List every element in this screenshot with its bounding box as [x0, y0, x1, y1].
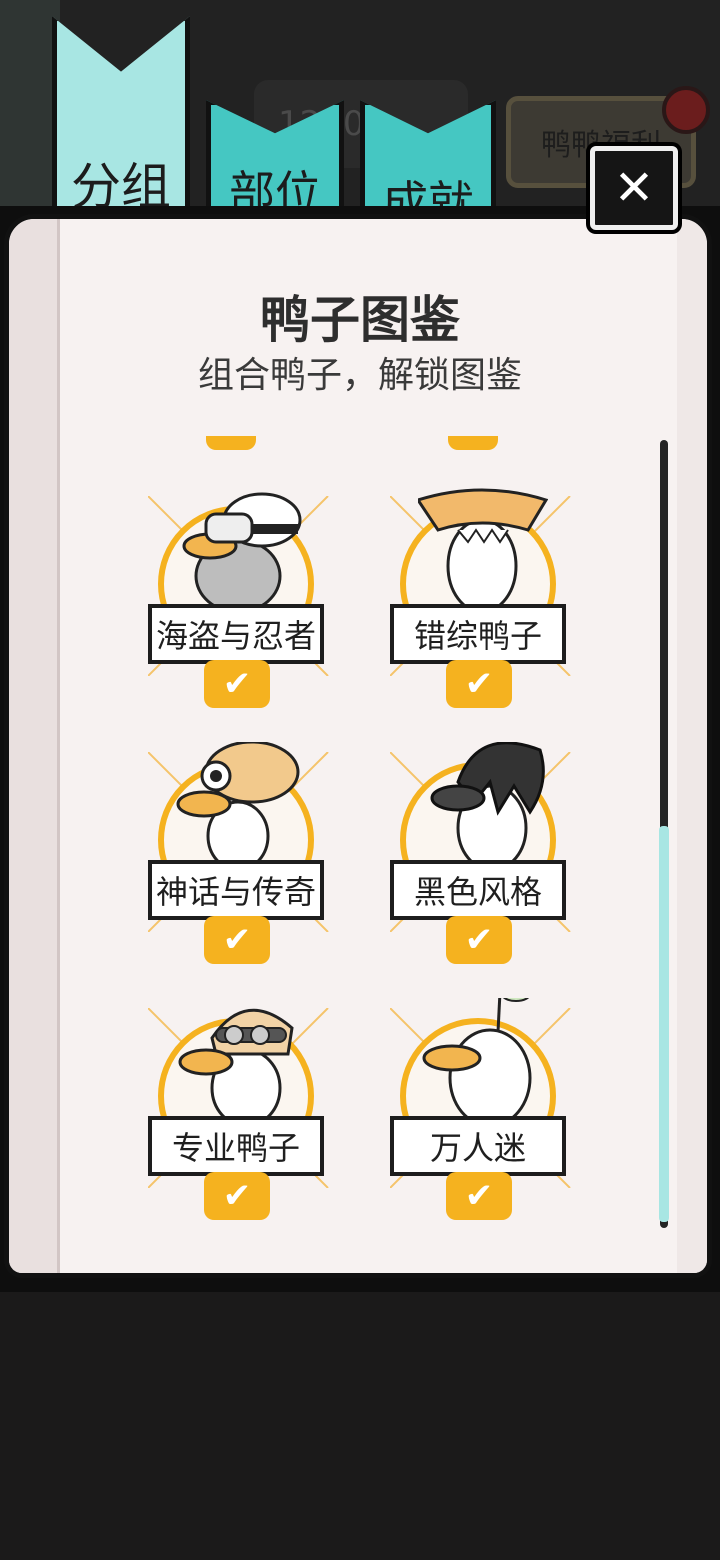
group-name: 错综鸭子	[390, 604, 566, 664]
page-subtitle: 组合鸭子，解锁图鉴	[197, 355, 522, 396]
close-icon: ✕	[613, 160, 655, 216]
group-card[interactable]: 黑色风格 ✔	[390, 742, 582, 970]
group-card[interactable]: 万人迷 ✔	[390, 998, 582, 1226]
group-name: 专业鸭子	[148, 1116, 324, 1176]
close-button[interactable]: ✕	[590, 146, 678, 230]
partial-check-badge	[448, 436, 498, 450]
group-name: 万人迷	[390, 1116, 566, 1176]
group-name: 神话与传奇	[148, 860, 324, 920]
unlocked-check-icon: ✔	[204, 916, 270, 964]
group-card[interactable]: 专业鸭子 ✔	[148, 1008, 340, 1226]
unlocked-check-icon: ✔	[446, 1172, 512, 1220]
background-strip	[0, 0, 60, 240]
group-card[interactable]: 神话与传奇 ✔	[148, 742, 340, 970]
group-name: 海盗与忍者	[148, 604, 324, 664]
partial-check-badge	[206, 436, 256, 450]
unlocked-check-icon: ✔	[204, 660, 270, 708]
unlocked-check-icon: ✔	[204, 1172, 270, 1220]
group-name: 黑色风格	[390, 860, 566, 920]
unlocked-check-icon: ✔	[446, 660, 512, 708]
page-title: 鸭子图鉴	[260, 291, 460, 349]
notification-dot	[662, 86, 710, 134]
group-card[interactable]: 错综鸭子 ✔	[390, 488, 582, 714]
group-card[interactable]: 海盗与忍者 ✔	[148, 492, 340, 714]
scrollbar-thumb[interactable]	[659, 826, 669, 1222]
unlocked-check-icon: ✔	[446, 916, 512, 964]
